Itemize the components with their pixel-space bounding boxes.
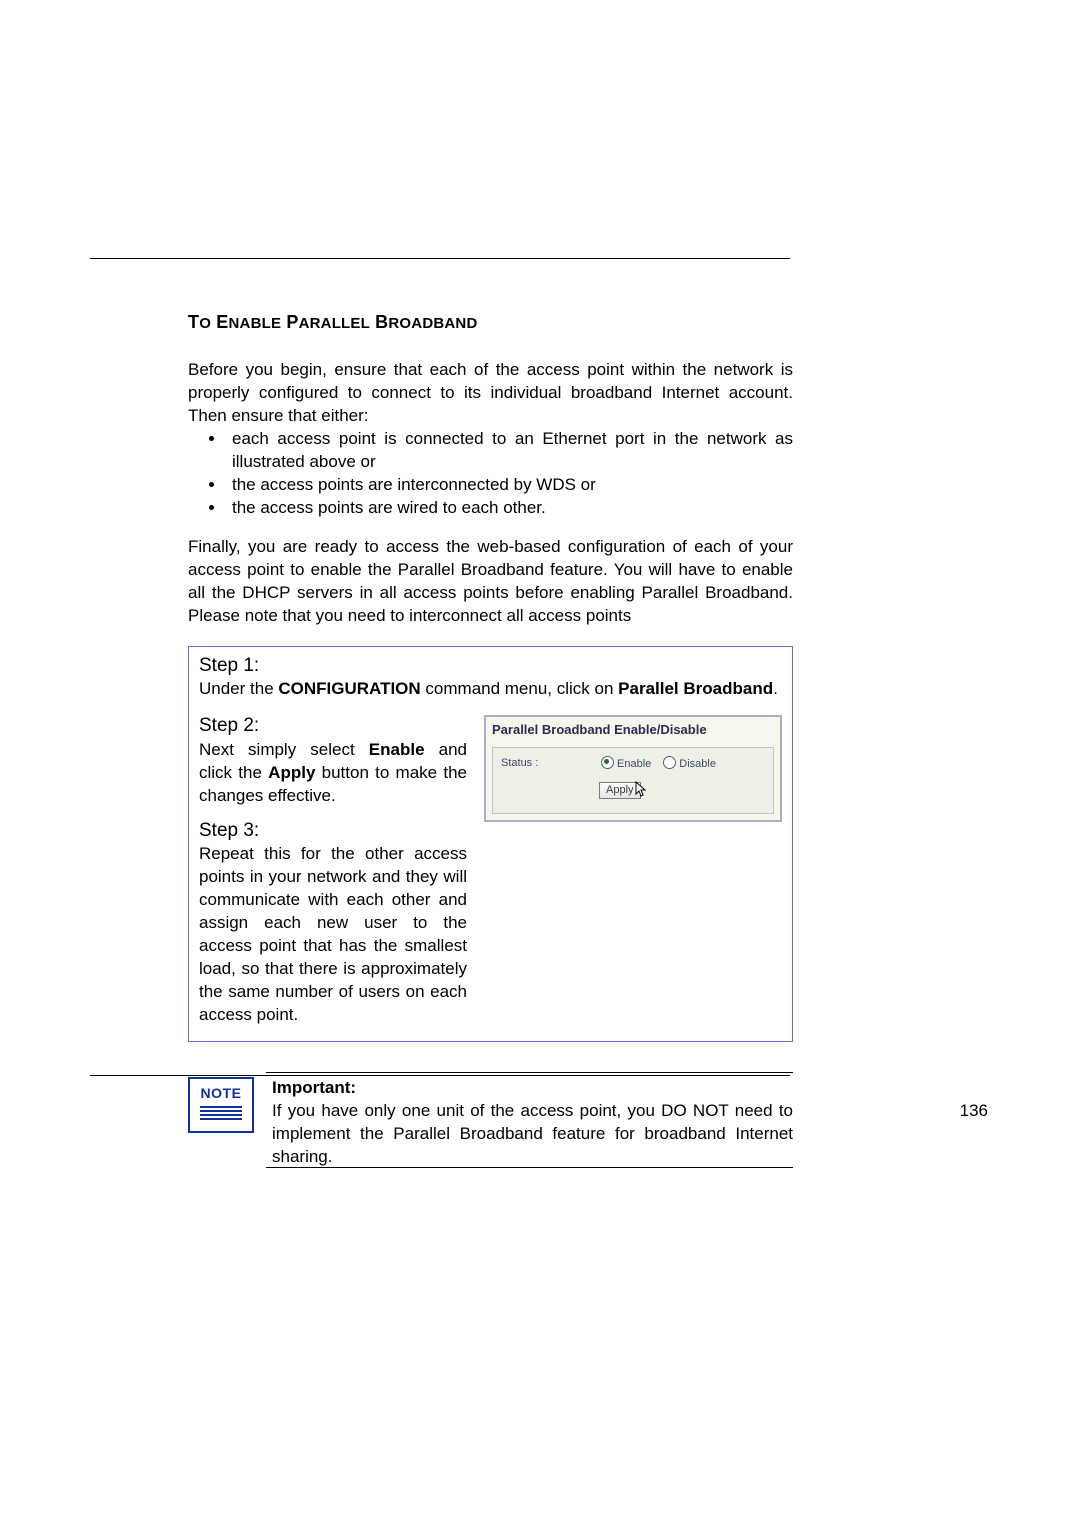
- bullet-item: the access points are interconnected by …: [226, 474, 793, 497]
- config-panel-title: Parallel Broadband Enable/Disable: [486, 717, 780, 747]
- bullet-item: each access point is connected to an Eth…: [226, 428, 793, 474]
- page-content: TO ENABLE PARALLEL BROADBAND Before you …: [188, 260, 793, 1168]
- cursor-icon: [635, 781, 649, 804]
- bottom-horizontal-rule: [90, 1075, 790, 1076]
- step-1-text-pre: Under the: [199, 679, 278, 698]
- step-1: Step 1: Under the CONFIGURATION command …: [199, 653, 782, 702]
- apply-button-label: Apply: [606, 784, 634, 796]
- note-block: NOTE Important: If you have only one uni…: [188, 1072, 793, 1168]
- finally-paragraph: Finally, you are ready to access the web…: [188, 536, 793, 628]
- step-2: Step 2: Next simply select Enable and cl…: [199, 713, 467, 807]
- note-text: If you have only one unit of the access …: [272, 1101, 793, 1166]
- step-2-bold-apply: Apply: [268, 763, 315, 782]
- step-1-text-post: .: [773, 679, 778, 698]
- step-2-text-pre: Next simply select: [199, 740, 369, 759]
- step-3-heading: Step 3:: [199, 820, 259, 841]
- note-icon: NOTE: [188, 1077, 254, 1133]
- note-lines-icon: [200, 1104, 242, 1122]
- page-number: 136: [960, 1100, 988, 1123]
- step-1-bold-parallel: Parallel Broadband: [618, 679, 773, 698]
- section-title: TO ENABLE PARALLEL BROADBAND: [188, 310, 793, 334]
- step-1-bold-configuration: CONFIGURATION: [278, 679, 420, 698]
- radio-dot-icon: [663, 756, 676, 769]
- top-horizontal-rule: [90, 258, 790, 259]
- note-heading: Important:: [272, 1078, 356, 1097]
- radio-dot-checked-icon: [601, 756, 614, 769]
- intro-bullet-list: each access point is connected to an Eth…: [188, 428, 793, 520]
- config-panel: Parallel Broadband Enable/Disable Status…: [484, 715, 782, 822]
- step-3-text: Repeat this for the other access points …: [199, 843, 467, 1027]
- config-status-label: Status :: [501, 756, 561, 771]
- radio-enable[interactable]: Enable: [601, 756, 651, 772]
- bullet-item: the access points are wired to each othe…: [226, 497, 793, 520]
- step-1-heading: Step 1:: [199, 655, 259, 676]
- radio-disable[interactable]: Disable: [663, 756, 716, 772]
- note-badge-label: NOTE: [201, 1086, 242, 1100]
- step-2-bold-enable: Enable: [369, 740, 425, 759]
- radio-enable-label: Enable: [617, 758, 651, 770]
- steps-box: Step 1: Under the CONFIGURATION command …: [188, 646, 793, 1042]
- step-2-heading: Step 2:: [199, 715, 259, 736]
- radio-disable-label: Disable: [679, 758, 716, 770]
- step-3: Step 3: Repeat this for the other access…: [199, 818, 467, 1027]
- step-1-text-mid: command menu, click on: [421, 679, 618, 698]
- intro-paragraph: Before you begin, ensure that each of th…: [188, 359, 793, 428]
